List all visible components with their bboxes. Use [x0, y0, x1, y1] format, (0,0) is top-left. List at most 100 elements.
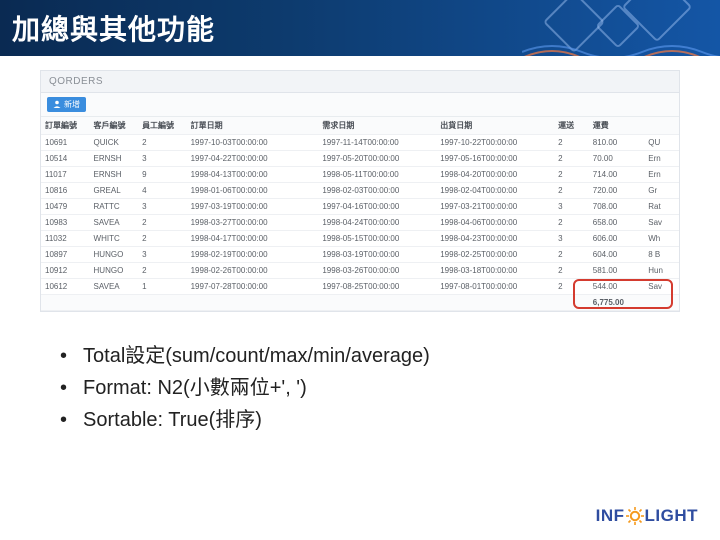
table-cell: 604.00 — [589, 247, 644, 263]
table-cell: 658.00 — [589, 215, 644, 231]
col-header[interactable]: 運費 — [589, 117, 644, 135]
table-cell: 10514 — [41, 151, 90, 167]
table-cell: 1998-01-06T00:00:00 — [187, 183, 305, 199]
table-cell: 1998-03-18T00:00:00 — [436, 263, 554, 279]
header-decoration — [542, 0, 712, 56]
table-cell: 9 — [138, 167, 187, 183]
bullet-text: Total設定(sum/count/max/min/average) — [83, 340, 430, 372]
table-cell — [304, 279, 318, 295]
logo-sun-icon — [626, 507, 644, 525]
table-cell — [304, 215, 318, 231]
table-cell: 1998-02-25T00:00:00 — [436, 247, 554, 263]
table-cell: QUICK — [90, 135, 139, 151]
total-value: 6,775.00 — [589, 295, 644, 311]
table-cell: 1998-03-26T00:00:00 — [318, 263, 436, 279]
table-cell: 1998-02-19T00:00:00 — [187, 247, 305, 263]
table-cell: 581.00 — [589, 263, 644, 279]
table-cell: 2 — [554, 215, 589, 231]
table-row: 10479RATTC31997-03-19T00:00:001997-04-16… — [41, 199, 679, 215]
table-cell: 3 — [554, 231, 589, 247]
table-cell — [304, 183, 318, 199]
table-cell: 1998-03-27T00:00:00 — [187, 215, 305, 231]
table-cell: 1997-03-21T00:00:00 — [436, 199, 554, 215]
bullet-dot: • — [60, 340, 67, 372]
table-cell — [304, 231, 318, 247]
list-item: • Format: N2(小數兩位+', ') — [60, 372, 660, 404]
table-cell: Gr — [644, 183, 679, 199]
table-cell: ERNSH — [90, 167, 139, 183]
col-header[interactable]: 需求日期 — [318, 117, 436, 135]
table-cell: 1998-04-24T00:00:00 — [318, 215, 436, 231]
col-header[interactable]: 客戶編號 — [90, 117, 139, 135]
table-cell — [304, 135, 318, 151]
data-grid: 訂單編號 客戶編號 員工編號 訂單日期 需求日期 出貨日期 運送 運費 1069… — [41, 117, 679, 311]
list-item: •Sortable: True(排序) — [60, 404, 660, 436]
table-cell: 1997-05-20T00:00:00 — [318, 151, 436, 167]
table-cell: 1998-05-15T00:00:00 — [318, 231, 436, 247]
table-cell: Wh — [644, 231, 679, 247]
table-row: 11017ERNSH91998-04-13T00:00:001998-05-11… — [41, 167, 679, 183]
table-cell: 3 — [138, 247, 187, 263]
logo-part2: LIGHT — [645, 506, 699, 526]
table-cell: SAVEA — [90, 279, 139, 295]
table-row: 10691QUICK21997-10-03T00:00:001997-11-14… — [41, 135, 679, 151]
table-cell: 1997-04-16T00:00:00 — [318, 199, 436, 215]
table-cell: 1998-04-20T00:00:00 — [436, 167, 554, 183]
table-cell — [304, 151, 318, 167]
add-button[interactable]: 新增 — [47, 97, 86, 112]
table-cell: 1997-08-25T00:00:00 — [318, 279, 436, 295]
table-row: 10816GREAL41998-01-06T00:00:001998-02-03… — [41, 183, 679, 199]
bullet-text: Format: N2(小數兩位+', ') — [83, 372, 307, 404]
col-header[interactable] — [644, 117, 679, 135]
logo-part1: INF — [596, 506, 625, 526]
table-cell: Ern — [644, 151, 679, 167]
table-cell: ERNSH — [90, 151, 139, 167]
col-header[interactable]: 出貨日期 — [436, 117, 554, 135]
table-cell: 11032 — [41, 231, 90, 247]
toolbar: 新增 — [41, 93, 679, 117]
table-row: 10612SAVEA11997-07-28T00:00:001997-08-25… — [41, 279, 679, 295]
table-cell: 1998-04-17T00:00:00 — [187, 231, 305, 247]
table-cell — [304, 263, 318, 279]
table-cell: 1997-08-01T00:00:00 — [436, 279, 554, 295]
table-cell: 1997-10-22T00:00:00 — [436, 135, 554, 151]
panel-title: QORDERS — [41, 71, 679, 93]
table-cell: 1998-04-06T00:00:00 — [436, 215, 554, 231]
table-cell: 2 — [138, 231, 187, 247]
table-cell: 10816 — [41, 183, 90, 199]
table-row: 10912HUNGO21998-02-26T00:00:001998-03-26… — [41, 263, 679, 279]
table-cell: 1998-02-26T00:00:00 — [187, 263, 305, 279]
col-header[interactable]: 訂單編號 — [41, 117, 90, 135]
table-cell: 70.00 — [589, 151, 644, 167]
table-cell: 2 — [554, 167, 589, 183]
table-row: 10897HUNGO31998-02-19T00:00:001998-03-19… — [41, 247, 679, 263]
table-cell: 1998-04-13T00:00:00 — [187, 167, 305, 183]
table-cell: Hun — [644, 263, 679, 279]
table-cell: Ern — [644, 167, 679, 183]
table-cell — [304, 167, 318, 183]
table-cell: 2 — [554, 151, 589, 167]
table-cell: 2 — [138, 135, 187, 151]
add-button-label: 新增 — [64, 99, 80, 110]
table-cell: HUNGO — [90, 247, 139, 263]
slide-header: 加總與其他功能 — [0, 0, 720, 56]
table-row: 10514ERNSH31997-04-22T00:00:001997-05-20… — [41, 151, 679, 167]
table-cell: 2 — [138, 263, 187, 279]
table-cell: 10612 — [41, 279, 90, 295]
bullet-dot: • — [60, 372, 67, 404]
table-cell: 1997-05-16T00:00:00 — [436, 151, 554, 167]
bullet-list: • Total設定(sum/count/max/min/average) • For… — [60, 340, 660, 436]
col-header[interactable]: 訂單日期 — [187, 117, 305, 135]
table-cell: 3 — [138, 199, 187, 215]
table-cell: 1998-05-11T00:00:00 — [318, 167, 436, 183]
col-header[interactable]: 員工編號 — [138, 117, 187, 135]
bullet-text: Sortable: True(排序) — [83, 404, 262, 436]
table-cell: 4 — [138, 183, 187, 199]
col-header[interactable] — [304, 117, 318, 135]
header-row: 訂單編號 客戶編號 員工編號 訂單日期 需求日期 出貨日期 運送 運費 — [41, 117, 679, 135]
table-cell: 10479 — [41, 199, 90, 215]
table-cell: 10983 — [41, 215, 90, 231]
table-cell: 2 — [554, 183, 589, 199]
col-header[interactable]: 運送 — [554, 117, 589, 135]
table-cell: 2 — [138, 215, 187, 231]
